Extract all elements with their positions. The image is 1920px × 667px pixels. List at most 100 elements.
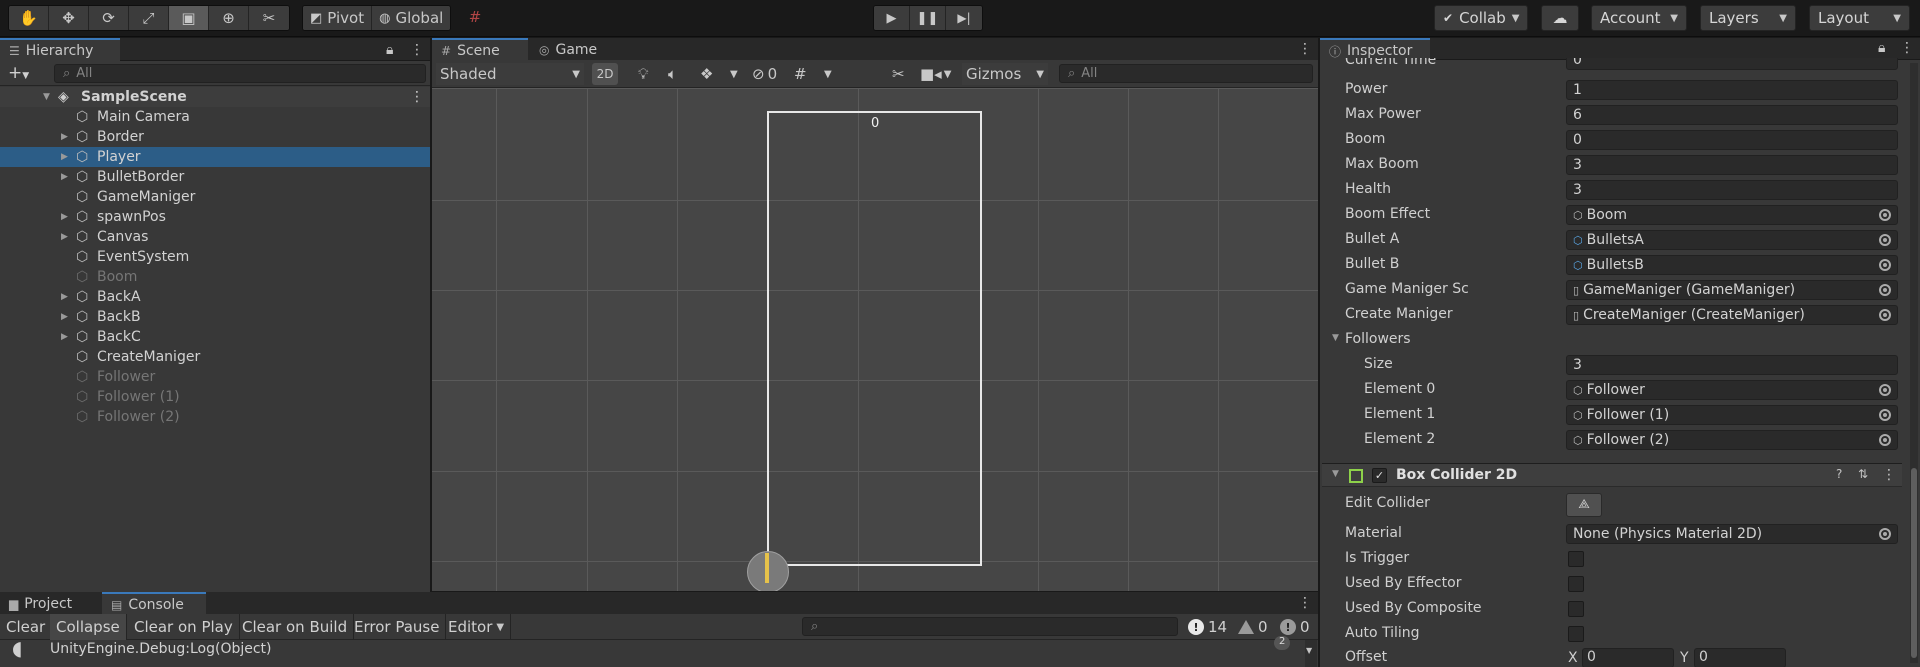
hierarchy-item[interactable]: ⬡ GameManiger xyxy=(0,187,430,207)
chevron-right-icon[interactable]: ▶ xyxy=(61,312,68,322)
followers-foldout[interactable]: ▼ Followers xyxy=(1322,328,1902,353)
field-value-input[interactable]: 0 xyxy=(1566,130,1898,150)
custom-tool-icon[interactable]: ✂ xyxy=(249,6,289,30)
log-count-toggle[interactable]: ! 14 xyxy=(1188,617,1227,637)
field-value-input[interactable]: 6 xyxy=(1566,105,1898,125)
console-search-input[interactable]: ⌕ xyxy=(802,617,1178,636)
tab-project[interactable]: ▆ Project xyxy=(0,592,100,616)
object-picker-icon[interactable] xyxy=(1879,309,1891,321)
editor-dropdown[interactable]: Editor ▼ xyxy=(442,614,512,640)
clear-on-play-button[interactable]: Clear on Play xyxy=(128,614,240,640)
object-picker-icon[interactable] xyxy=(1879,284,1891,296)
chevron-down-icon[interactable]: ▼ xyxy=(824,63,832,85)
hierarchy-item[interactable]: ▶ ⬡ Player xyxy=(0,147,430,167)
log-entry[interactable]: ◖ UnityEngine.Debug:Log(Object) 2 xyxy=(0,636,1318,662)
rect-tool-icon[interactable]: ▣ xyxy=(169,6,209,30)
element-object-field[interactable]: ⬡ Follower (2) xyxy=(1566,430,1898,450)
component-enabled-checkbox[interactable]: ✓ xyxy=(1372,468,1387,483)
scene-row[interactable]: ▼ ◈ SampleScene ⋮ xyxy=(0,87,430,107)
tab-hierarchy[interactable]: ☰ Hierarchy xyxy=(0,38,120,62)
chevron-right-icon[interactable]: ▶ xyxy=(61,212,68,222)
field-value-input[interactable]: ⬡ Boom xyxy=(1566,205,1898,225)
hierarchy-item[interactable]: ⬡ Main Camera xyxy=(0,107,430,127)
step-button[interactable]: ▶| xyxy=(946,6,982,30)
hierarchy-item[interactable]: ⬡ Boom xyxy=(0,267,430,287)
chevron-down-icon[interactable]: ▼ xyxy=(730,63,738,85)
help-icon[interactable]: ? xyxy=(1836,467,1842,481)
error-count-toggle[interactable]: ! 0 xyxy=(1280,617,1310,637)
hierarchy-item[interactable]: ⬡ EventSystem xyxy=(0,247,430,267)
is-trigger-checkbox[interactable] xyxy=(1568,551,1584,567)
chevron-right-icon[interactable]: ▶ xyxy=(61,332,68,342)
used-by-effector-checkbox[interactable] xyxy=(1568,576,1584,592)
offset-x-field[interactable]: 0 xyxy=(1582,648,1674,667)
grid-toggle-icon[interactable]: # xyxy=(794,63,807,85)
hierarchy-item[interactable]: ⬡ Follower (2) xyxy=(0,407,430,427)
move-tool-icon[interactable]: ✥ xyxy=(49,6,89,30)
box-collider-2d-header[interactable]: ▼ ✓ Box Collider 2D ? ⇅ ⋮ xyxy=(1322,463,1902,487)
object-picker-icon[interactable] xyxy=(1879,434,1891,446)
offset-y-field[interactable]: 0 xyxy=(1694,648,1786,667)
kebab-menu-icon[interactable]: ⋮ xyxy=(1882,467,1896,483)
shading-dropdown[interactable]: Shaded ▼ xyxy=(436,63,584,85)
hierarchy-item[interactable]: ▶ ⬡ BackB xyxy=(0,307,430,327)
hierarchy-search-input[interactable]: ⌕ All xyxy=(54,64,426,83)
scene-view[interactable]: 0 xyxy=(432,88,1318,591)
rotate-tool-icon[interactable]: ⟳ xyxy=(89,6,129,30)
field-value-input[interactable]: ▯ GameManiger (GameManiger) xyxy=(1566,280,1898,300)
chevron-right-icon[interactable]: ▶ xyxy=(61,232,68,242)
clear-on-build-button[interactable]: Clear on Build xyxy=(236,614,355,640)
hierarchy-item[interactable]: ▶ ⬡ BackC xyxy=(0,327,430,347)
kebab-menu-icon[interactable]: ⋮ xyxy=(1900,40,1914,56)
account-dropdown[interactable]: Account ▼ xyxy=(1591,5,1687,31)
layout-dropdown[interactable]: Layout ▼ xyxy=(1809,5,1910,31)
create-add-button[interactable]: +▼ xyxy=(8,63,29,83)
object-picker-icon[interactable] xyxy=(1879,384,1891,396)
tools-icon[interactable]: ✂ xyxy=(892,63,905,85)
pivot-button[interactable]: ◩ Pivot xyxy=(303,6,373,30)
lock-icon[interactable]: 🔒︎ xyxy=(386,42,393,58)
error-pause-button[interactable]: Error Pause xyxy=(348,614,447,640)
size-field[interactable]: 3 xyxy=(1566,355,1898,375)
play-button[interactable]: ▶ xyxy=(874,6,910,30)
kebab-menu-icon[interactable]: ⋮ xyxy=(1298,595,1312,611)
tab-scene[interactable]: # Scene xyxy=(432,38,528,62)
field-value-input[interactable]: 0 xyxy=(1566,58,1898,70)
field-value-input[interactable]: 3 xyxy=(1566,180,1898,200)
hidden-objects-toggle[interactable]: ⊘ 0 xyxy=(752,63,777,85)
preset-icon[interactable]: ⇅ xyxy=(1858,467,1868,481)
mode-2d-toggle[interactable]: 2D xyxy=(592,63,618,85)
console-scrollbar[interactable]: ▼ xyxy=(1305,640,1317,667)
material-field[interactable]: None (Physics Material 2D) xyxy=(1566,524,1898,544)
used-by-composite-checkbox[interactable] xyxy=(1568,601,1584,617)
hierarchy-item[interactable]: ▶ ⬡ Canvas xyxy=(0,227,430,247)
chevron-right-icon[interactable]: ▶ xyxy=(61,152,68,162)
lock-icon[interactable]: 🔒︎ xyxy=(1878,40,1885,56)
object-picker-icon[interactable] xyxy=(1879,259,1891,271)
object-picker-icon[interactable] xyxy=(1879,209,1891,221)
scrollbar-thumb[interactable] xyxy=(1911,468,1917,658)
gizmos-dropdown[interactable]: Gizmos ▼ xyxy=(962,63,1048,85)
auto-tiling-checkbox[interactable] xyxy=(1568,626,1584,642)
collab-dropdown[interactable]: ✔ Collab ▼ xyxy=(1434,5,1529,31)
object-picker-icon[interactable] xyxy=(1879,234,1891,246)
field-value-input[interactable]: ▯ CreateManiger (CreateManiger) xyxy=(1566,305,1898,325)
hierarchy-item[interactable]: ▶ ⬡ Border xyxy=(0,127,430,147)
chevron-right-icon[interactable]: ▶ xyxy=(61,172,68,182)
hierarchy-item[interactable]: ▶ ⬡ spawnPos xyxy=(0,207,430,227)
object-picker-icon[interactable] xyxy=(1879,409,1891,421)
pause-button[interactable]: ❚❚ xyxy=(910,6,946,30)
layers-dropdown[interactable]: Layers ▼ xyxy=(1700,5,1796,31)
field-value-input[interactable]: ⬡ BulletsB xyxy=(1566,255,1898,275)
clear-button[interactable]: Clear xyxy=(0,614,53,640)
audio-icon[interactable]: 🔈︎ xyxy=(668,63,677,85)
edit-collider-button[interactable]: ⟁ xyxy=(1566,493,1602,517)
chevron-right-icon[interactable]: ▶ xyxy=(61,132,68,142)
transform-tool-icon[interactable]: ⊕ xyxy=(209,6,249,30)
effects-icon[interactable]: ❖ xyxy=(700,63,713,85)
chevron-right-icon[interactable]: ▶ xyxy=(61,292,68,302)
hierarchy-item[interactable]: ⬡ CreateManiger xyxy=(0,347,430,367)
player-sprite[interactable] xyxy=(765,553,769,583)
hierarchy-item[interactable]: ▶ ⬡ BulletBorder xyxy=(0,167,430,187)
camera-dropdown[interactable]: ■◂ ▼ xyxy=(920,63,951,85)
